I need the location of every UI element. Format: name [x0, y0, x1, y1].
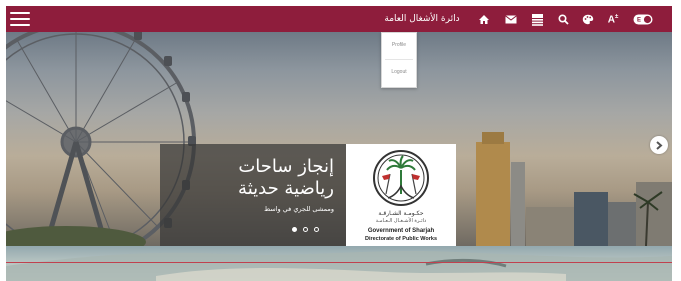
slide-subtitle: وممشى للجري في واسط: [264, 205, 334, 213]
slide-dot-1[interactable]: [292, 226, 297, 232]
slide-indicators: [292, 224, 328, 234]
slide-caption: إنجاز ساحات رياضية حديثة وممشى للجري في …: [160, 144, 346, 246]
page-frame: دائرة الأشغال العامة A± E Profile Logout: [6, 6, 672, 281]
user-dropdown-menu: Profile Logout: [381, 32, 417, 88]
home-icon[interactable]: [476, 11, 492, 27]
theme-palette-icon[interactable]: [580, 11, 596, 27]
section-divider-line: [6, 262, 672, 263]
menu-icon[interactable]: [9, 10, 31, 28]
logo-arabic-line2: دائـرة الأشـغـال الـعـامـة: [375, 218, 427, 224]
logo-arabic-line1: حكـومـة الشـارقـة: [378, 210, 424, 217]
font-size-label: A: [607, 14, 615, 26]
logo-english-line1: Government of Sharjah: [367, 228, 435, 234]
mail-icon[interactable]: [503, 11, 519, 27]
slide-title-line2: رياضية حديثة: [238, 178, 334, 199]
slide-dot-2[interactable]: [303, 226, 308, 232]
accessibility-toggle-icon[interactable]: E: [632, 11, 654, 27]
logo-english-line2: Directorate of Public Works: [364, 236, 438, 242]
font-size-sup: ±: [614, 14, 619, 21]
font-size-icon[interactable]: A±: [604, 11, 622, 27]
search-icon[interactable]: [555, 11, 571, 27]
next-slide-button[interactable]: [650, 136, 668, 154]
emblem-icon: [373, 150, 429, 206]
sharjah-logo: حكـومـة الشـارقـة دائـرة الأشـغـال الـعـ…: [346, 144, 456, 246]
slide-dot-3[interactable]: [314, 226, 319, 232]
profile-menu-item[interactable]: Profile: [382, 36, 416, 54]
menu-divider: [385, 59, 413, 60]
hero-slider: إنجاز ساحات رياضية حديثة وممشى للجري في …: [6, 32, 672, 246]
sitemap-icon[interactable]: [529, 11, 545, 27]
site-title-link[interactable]: دائرة الأشغال العامة: [378, 12, 466, 26]
slide-title-line1: إنجاز ساحات: [238, 156, 334, 177]
logout-menu-item[interactable]: Logout: [382, 63, 416, 81]
svg-text:E: E: [637, 17, 641, 23]
lower-banner-art: [6, 251, 672, 281]
lower-banner-image: [6, 246, 672, 281]
chevron-right-icon: [656, 140, 663, 150]
top-nav-bar: دائرة الأشغال العامة A± E: [6, 6, 672, 32]
